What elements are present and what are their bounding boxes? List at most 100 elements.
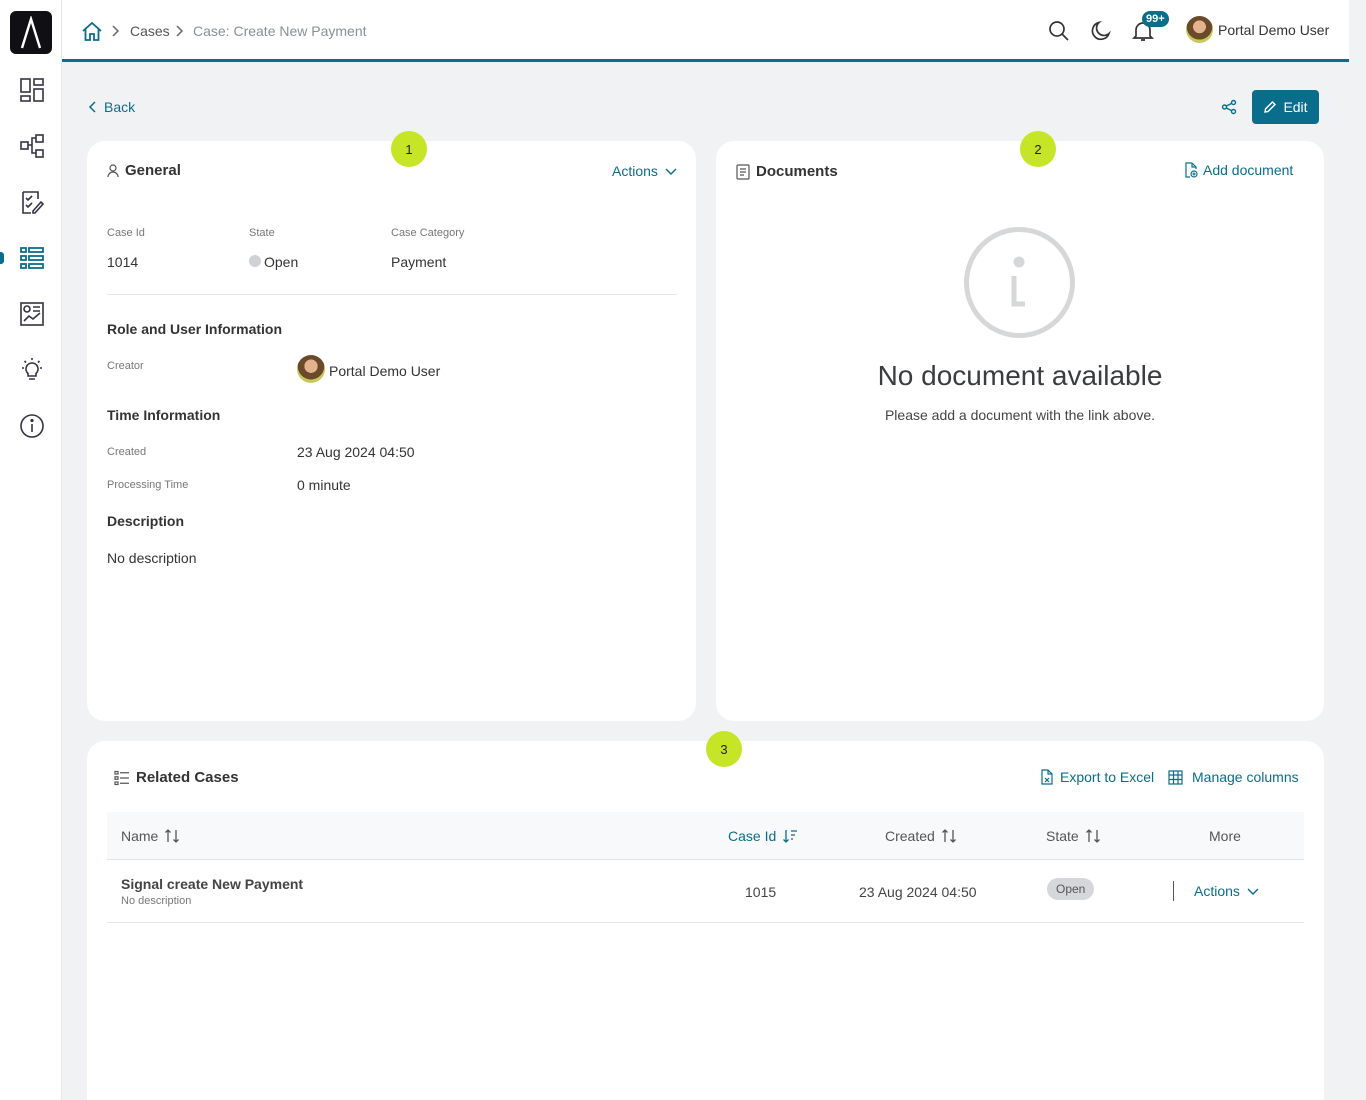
share-icon[interactable]	[1221, 99, 1237, 120]
excel-file-icon	[1041, 769, 1053, 785]
step-marker-3: 3	[706, 731, 742, 767]
related-title: Related Cases	[114, 769, 239, 786]
manage-columns-link[interactable]: Manage columns	[1168, 769, 1299, 785]
top-bar: Cases Case: Create New Payment 99+ Porta…	[62, 0, 1349, 62]
cases-icon[interactable]	[16, 242, 48, 274]
edit-label: Edit	[1283, 99, 1308, 115]
search-icon[interactable]	[1047, 19, 1071, 43]
info-circle-icon	[963, 226, 1076, 344]
sort-icon	[1085, 829, 1100, 843]
chevron-right-icon	[174, 24, 184, 43]
column-name-label: Name	[121, 828, 159, 844]
manage-columns-label: Manage columns	[1192, 769, 1299, 785]
user-icon	[107, 163, 119, 177]
row-name[interactable]: Signal create New Payment	[121, 876, 303, 892]
actions-label: Actions	[612, 163, 658, 179]
divider	[107, 294, 677, 295]
chevron-left-icon	[88, 101, 96, 113]
columns-icon	[1168, 769, 1183, 785]
related-title-text: Related Cases	[136, 769, 239, 786]
state-label: State	[249, 227, 275, 239]
row-created: 23 Aug 2024 04:50	[859, 884, 977, 900]
row-description: No description	[121, 895, 192, 907]
ideas-icon[interactable]	[16, 354, 48, 386]
row-case-id: 1015	[745, 884, 777, 900]
chevron-right-icon	[110, 24, 120, 43]
column-more: More	[1209, 828, 1241, 844]
general-title-text: General	[125, 162, 181, 179]
created-value: 23 Aug 2024 04:50	[297, 444, 415, 460]
table-header: Name Case Id Created State More	[107, 812, 1304, 860]
category-value: Payment	[391, 254, 447, 270]
row-actions-label: Actions	[1194, 883, 1240, 899]
processing-value: 0 minute	[297, 477, 351, 493]
breadcrumb-cases[interactable]: Cases	[130, 23, 170, 39]
column-case-id-label: Case Id	[728, 828, 777, 844]
notification-badge: 99+	[1142, 11, 1169, 27]
category-label: Case Category	[391, 227, 465, 239]
dashboard-icon[interactable]	[16, 74, 48, 106]
export-excel-link[interactable]: Export to Excel	[1040, 769, 1154, 785]
created-label: Created	[107, 446, 147, 458]
active-nav-indicator	[0, 252, 4, 264]
documents-title-text: Documents	[756, 163, 838, 180]
sidebar	[0, 0, 62, 1100]
statistics-icon[interactable]	[16, 298, 48, 330]
general-actions-menu[interactable]: Actions	[612, 163, 678, 179]
list-icon	[114, 770, 129, 785]
add-document-label: Add document	[1203, 162, 1294, 178]
pencil-icon	[1264, 101, 1277, 113]
sort-icon	[165, 829, 180, 843]
info-icon[interactable]	[16, 410, 48, 442]
step-marker-1: 1	[391, 131, 427, 167]
column-state-label: State	[1046, 828, 1079, 844]
chevron-down-icon	[665, 168, 677, 175]
document-icon	[736, 163, 750, 180]
state-value: Open	[264, 254, 299, 270]
app-logo[interactable]	[10, 11, 52, 54]
back-link[interactable]: Back	[88, 99, 135, 115]
creator-avatar	[297, 355, 325, 383]
dark-mode-icon[interactable]	[1089, 19, 1113, 43]
column-created[interactable]: Created	[885, 828, 957, 844]
breadcrumb-current: Case: Create New Payment	[193, 23, 367, 39]
creator-label: Creator	[107, 360, 144, 372]
case-id-label: Case Id	[107, 227, 145, 239]
chevron-down-icon	[1247, 888, 1259, 895]
column-name[interactable]: Name	[121, 828, 180, 844]
sort-icon	[941, 829, 956, 843]
time-heading: Time Information	[107, 407, 221, 423]
table-row[interactable]: Signal create New Payment No description…	[107, 861, 1304, 923]
column-more-label: More	[1209, 828, 1241, 844]
back-label: Back	[104, 99, 136, 115]
logo-icon	[20, 15, 42, 48]
case-id-value: 1014	[107, 254, 139, 270]
column-state[interactable]: State	[1046, 828, 1101, 844]
column-created-label: Created	[885, 828, 935, 844]
processing-label: Processing Time	[107, 479, 189, 491]
state-dot-icon	[249, 255, 261, 267]
home-icon[interactable]	[81, 20, 103, 47]
description-value: No description	[107, 550, 197, 566]
export-label: Export to Excel	[1060, 769, 1155, 785]
edit-button[interactable]: Edit	[1252, 90, 1319, 124]
tasks-icon[interactable]	[16, 186, 48, 218]
user-avatar[interactable]	[1186, 16, 1213, 43]
description-heading: Description	[107, 513, 185, 529]
add-document-icon	[1185, 162, 1198, 178]
step-marker-2: 2	[1020, 131, 1056, 167]
creator-value: Portal Demo User	[329, 363, 441, 379]
process-icon[interactable]	[16, 130, 48, 162]
row-divider	[1173, 881, 1174, 901]
empty-documents-hint: Please add a document with the link abov…	[884, 407, 1156, 423]
general-title: General	[107, 162, 181, 179]
role-heading: Role and User Information	[107, 321, 283, 337]
row-actions-menu[interactable]: Actions	[1194, 883, 1260, 899]
add-document-link[interactable]: Add document	[1184, 162, 1293, 178]
column-case-id[interactable]: Case Id	[728, 828, 798, 844]
empty-documents-title: No document available	[877, 360, 1163, 391]
sort-descending-icon	[783, 830, 798, 843]
documents-title: Documents	[736, 163, 838, 180]
status-badge: Open	[1047, 878, 1095, 900]
user-name[interactable]: Portal Demo User	[1218, 22, 1329, 38]
